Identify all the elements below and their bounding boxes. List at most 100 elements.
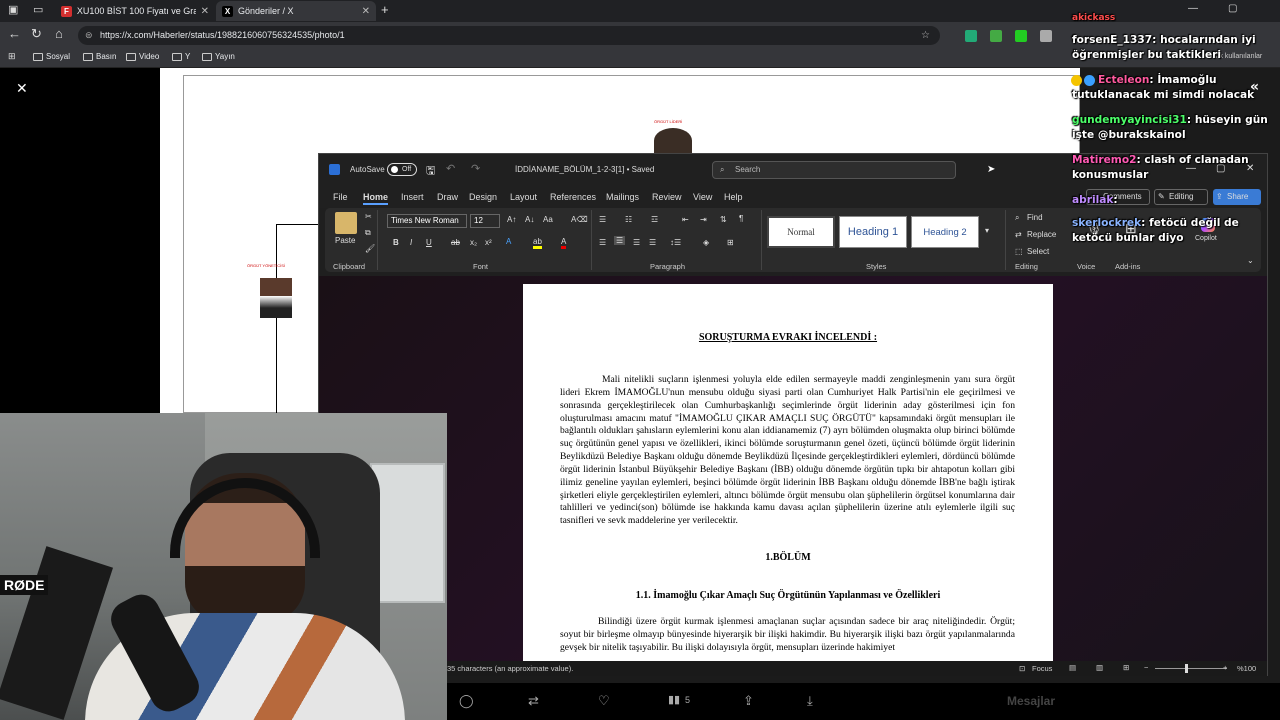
reply-icon[interactable]: ◯	[459, 693, 474, 709]
strikethrough-icon[interactable]: ab	[451, 238, 460, 247]
messages-drawer[interactable]: Mesajlar	[1007, 694, 1055, 708]
undo-icon[interactable]: ↶	[446, 162, 455, 175]
bold-icon[interactable]: B	[393, 238, 399, 247]
tab-insert[interactable]: Insert	[401, 192, 424, 202]
show-marks-icon[interactable]: ¶	[739, 214, 743, 223]
decrease-indent-icon[interactable]: ⇤	[682, 215, 689, 224]
bookmark-folder[interactable]: Basın	[83, 52, 116, 61]
zoom-slider[interactable]	[1155, 668, 1227, 669]
borders-icon[interactable]: ⊞	[727, 238, 734, 247]
select-button[interactable]: Select	[1027, 247, 1049, 256]
save-icon[interactable]: 🖫	[426, 162, 435, 181]
refresh-icon[interactable]: ↻	[31, 26, 42, 42]
address-bar[interactable]: ⊜ https://x.com/Haberler/status/19882160…	[78, 26, 940, 45]
browser-tab-x[interactable]: X Gönderiler / X ✕	[216, 1, 376, 21]
styles-more-icon[interactable]: ▾	[985, 226, 989, 235]
sort-icon[interactable]: ⇅	[720, 215, 727, 224]
text-effects-icon[interactable]: A	[506, 237, 511, 246]
site-info-icon[interactable]: ⊜	[85, 26, 93, 45]
search-box[interactable]: ⌕ Search	[712, 161, 956, 179]
numbering-icon[interactable]: ☷	[625, 215, 632, 224]
bookmark-folder[interactable]: Y	[172, 52, 190, 61]
replace-button[interactable]: Replace	[1027, 230, 1056, 239]
collapse-chat-icon[interactable]: «	[1250, 80, 1259, 95]
bookmark-folder[interactable]: Yayın	[202, 52, 235, 61]
extension-icon[interactable]	[1015, 30, 1027, 42]
clear-formatting-icon[interactable]: A⌫	[571, 215, 588, 224]
copy-icon[interactable]: ⧉	[365, 228, 371, 238]
format-painter-icon[interactable]: 🖌	[365, 244, 375, 253]
zoom-out-icon[interactable]: −	[1144, 663, 1148, 672]
tab-actions-icon[interactable]: ▭	[33, 3, 43, 16]
style-heading-2[interactable]: Heading 2	[911, 216, 979, 248]
tab-home[interactable]: Home	[363, 192, 389, 205]
paste-icon[interactable]	[335, 212, 357, 234]
like-icon[interactable]: ♡	[598, 693, 610, 709]
cut-icon[interactable]: ✂	[365, 212, 372, 221]
zoom-slider-thumb[interactable]	[1185, 664, 1188, 673]
bookmark-folder[interactable]: Video	[126, 52, 159, 61]
tab-file[interactable]: File	[333, 192, 348, 202]
tab-view[interactable]: View	[693, 192, 712, 202]
close-tab-icon[interactable]: ✕	[362, 6, 370, 17]
print-layout-icon[interactable]: ▥	[1096, 663, 1103, 672]
new-tab-icon[interactable]: +	[381, 2, 389, 17]
grow-font-icon[interactable]: A↑	[507, 215, 516, 224]
home-icon[interactable]: ⌂	[55, 26, 63, 41]
bullets-icon[interactable]: ☰	[599, 215, 606, 224]
font-name-select[interactable]: Times New Roman	[387, 214, 467, 228]
close-tab-icon[interactable]: ✕	[201, 6, 209, 17]
word-count-status[interactable]: 35 characters (an approximate value).	[447, 664, 573, 673]
tab-design[interactable]: Design	[469, 192, 497, 202]
views-icon[interactable]: ▮▮	[668, 693, 680, 706]
bookmark-icon[interactable]: ⇪	[743, 693, 754, 709]
extension-icon[interactable]	[965, 30, 977, 42]
align-left-icon[interactable]: ☰	[599, 238, 606, 247]
subscript-icon[interactable]: x₂	[470, 238, 477, 247]
style-normal[interactable]: Normal	[767, 216, 835, 248]
repost-icon[interactable]: ⇄	[528, 693, 539, 709]
font-size-select[interactable]: 12	[470, 214, 500, 228]
superscript-icon[interactable]: x²	[485, 238, 492, 247]
find-button[interactable]: Find	[1027, 213, 1043, 222]
tab-mailings[interactable]: Mailings	[606, 192, 639, 202]
zoom-level[interactable]: %100	[1237, 664, 1256, 673]
bookmark-folder[interactable]: Sosyal	[33, 52, 70, 61]
paste-button[interactable]: Paste	[335, 236, 355, 245]
align-right-icon[interactable]: ☰	[633, 238, 640, 247]
favorite-star-icon[interactable]: ☆	[921, 26, 930, 45]
extension-icon[interactable]	[1040, 30, 1052, 42]
shading-icon[interactable]: ◈	[703, 238, 709, 247]
highlight-icon[interactable]: ab	[533, 237, 542, 249]
browser-tab-bist[interactable]: F XU100 BİST 100 Fiyatı ve Grafikler ✕	[55, 1, 215, 21]
font-color-icon[interactable]: A	[561, 237, 567, 249]
close-photo-icon[interactable]: ✕	[16, 80, 28, 97]
autosave-toggle[interactable]: Off	[387, 163, 417, 176]
line-spacing-icon[interactable]: ↕☰	[670, 238, 681, 247]
justify-icon[interactable]: ☰	[649, 238, 656, 247]
share-icon[interactable]: ⤓	[807, 693, 813, 709]
tab-draw[interactable]: Draw	[437, 192, 458, 202]
align-center-icon[interactable]: ☰	[614, 236, 626, 245]
extension-icon[interactable]	[990, 30, 1002, 42]
apps-grid-icon[interactable]: ⊞	[8, 51, 16, 62]
tab-layout[interactable]: Layout	[510, 192, 537, 202]
back-icon[interactable]: ←	[8, 26, 21, 41]
workspaces-icon[interactable]: ▣	[8, 3, 18, 16]
increase-indent-icon[interactable]: ⇥	[700, 215, 707, 224]
multilevel-list-icon[interactable]: ☲	[651, 215, 658, 224]
document-page[interactable]: SORUŞTURMA EVRAKI İNCELENDİ : Mali nitel…	[523, 284, 1053, 664]
document-title[interactable]: İDDİANAME_BÖLÜM_1-2-3[1] • Saved	[515, 165, 654, 174]
tab-references[interactable]: References	[550, 192, 596, 202]
shrink-font-icon[interactable]: A↓	[525, 215, 534, 224]
read-mode-icon[interactable]: ▤	[1069, 663, 1076, 672]
web-layout-icon[interactable]: ⊞	[1123, 663, 1129, 672]
zoom-in-icon[interactable]: +	[1223, 663, 1227, 672]
change-case-icon[interactable]: Aa	[543, 215, 553, 224]
tab-help[interactable]: Help	[724, 192, 743, 202]
focus-button[interactable]: Focus	[1032, 664, 1052, 673]
tab-review[interactable]: Review	[652, 192, 682, 202]
underline-icon[interactable]: U	[426, 238, 432, 247]
style-heading-1[interactable]: Heading 1	[839, 216, 907, 248]
redo-icon[interactable]: ↷	[471, 162, 480, 175]
